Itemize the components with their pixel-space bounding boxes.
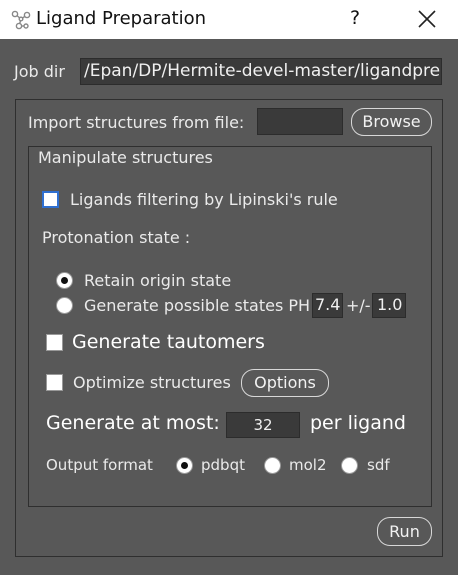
title-bar: Ligand Preparation ?	[0, 0, 458, 39]
retain-origin-radio[interactable]	[56, 272, 73, 289]
import-file-input[interactable]	[257, 108, 343, 135]
per-ligand-label: per ligand	[310, 412, 406, 434]
molecule-icon	[11, 10, 31, 30]
at-most-label: Generate at most:	[46, 412, 220, 434]
manipulate-group-label: Manipulate structures	[38, 148, 213, 167]
browse-button[interactable]: Browse	[351, 108, 432, 136]
generate-states-radio[interactable]	[56, 297, 73, 314]
at-most-input[interactable]: 32	[226, 412, 300, 438]
run-button[interactable]: Run	[377, 517, 432, 546]
optimize-label: Optimize structures	[73, 373, 231, 392]
format-mol2-radio[interactable]	[264, 457, 281, 474]
ph-value-input[interactable]: 7.4	[312, 293, 343, 318]
help-button[interactable]: ?	[350, 7, 360, 29]
optimize-checkbox[interactable]	[46, 374, 63, 391]
format-mol2-label: mol2	[289, 456, 327, 474]
format-sdf-label: sdf	[367, 456, 390, 474]
lipinski-checkbox[interactable]	[42, 191, 59, 208]
window-title: Ligand Preparation	[36, 8, 207, 29]
import-label: Import structures from file:	[28, 113, 245, 132]
tautomers-checkbox[interactable]	[46, 334, 63, 351]
format-pdbqt-label: pdbqt	[201, 456, 245, 474]
ph-range-input[interactable]: 1.0	[372, 293, 406, 318]
ligand-preparation-dialog: Ligand Preparation ? Job dir /Epan/DP/He…	[0, 0, 458, 575]
retain-origin-label: Retain origin state	[84, 271, 232, 290]
close-icon[interactable]	[416, 8, 438, 30]
format-sdf-radio[interactable]	[341, 457, 358, 474]
format-pdbqt-radio[interactable]	[176, 457, 193, 474]
job-dir-label: Job dir	[14, 62, 65, 81]
protonation-label: Protonation state :	[42, 228, 191, 247]
lipinski-label: Ligands filtering by Lipinski's rule	[70, 190, 338, 209]
options-button[interactable]: Options	[241, 369, 329, 397]
plus-minus-label: +/-	[346, 296, 371, 315]
job-dir-input[interactable]: /Epan/DP/Hermite-devel-master/ligandpre	[80, 58, 442, 85]
tautomers-label: Generate tautomers	[72, 331, 265, 353]
output-format-label: Output format	[46, 456, 153, 474]
generate-states-label: Generate possible states PH	[84, 296, 311, 315]
